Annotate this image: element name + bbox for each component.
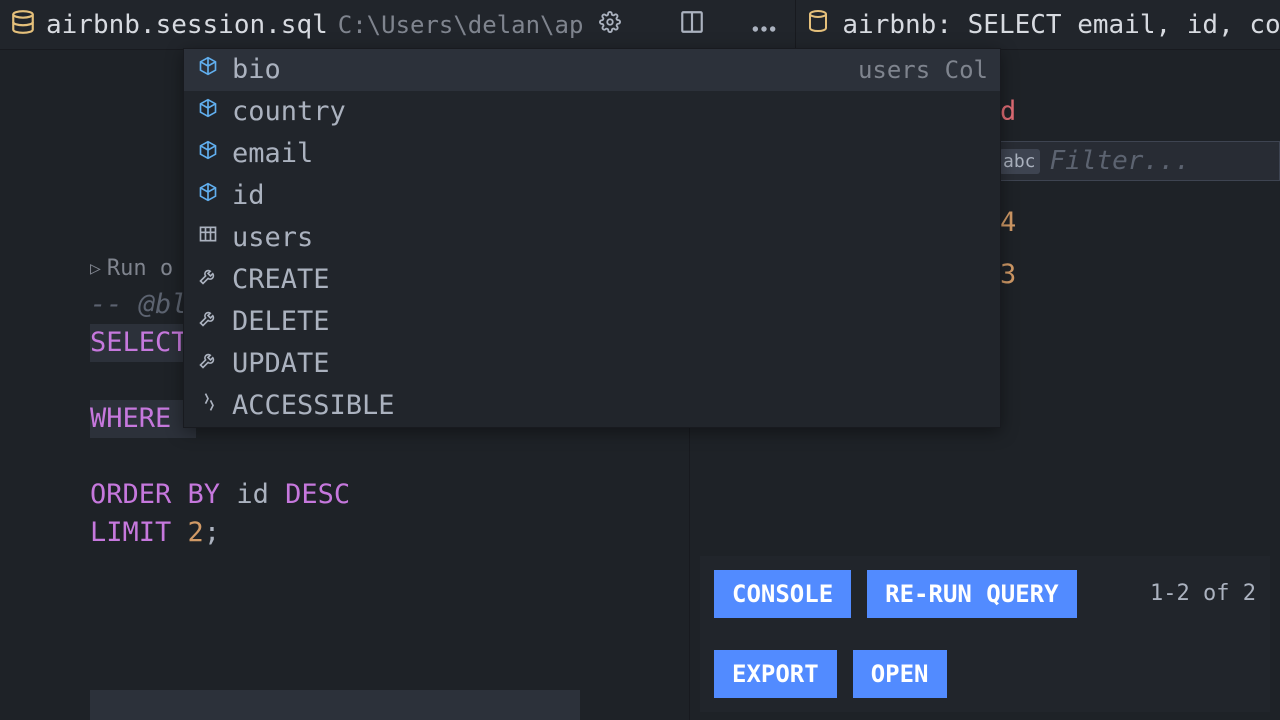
autocomplete-item-bio[interactable]: bio users Col [184,49,1000,91]
tab-filename: airbnb.session.sql [46,10,328,40]
table-icon [196,219,220,257]
code-line-blank2 [90,438,689,476]
autocomplete-label: DELETE [232,303,330,341]
autocomplete-label: UPDATE [232,345,330,383]
play-icon: ▷ [90,258,101,279]
field-icon [196,135,220,173]
code-line-select: SELECT [90,324,196,362]
console-button[interactable]: CONSOLE [714,570,851,618]
autocomplete-popup[interactable]: bio users Col country email id users CREATE DEL… [183,48,1001,428]
filter-input[interactable] [1050,146,1250,176]
result-cell[interactable]: 3 [1000,249,1280,301]
autocomplete-label: email [232,135,313,173]
open-button[interactable]: OPEN [853,650,947,698]
wrench-icon [196,303,220,341]
autocomplete-label: users [232,219,313,257]
autocomplete-item-id[interactable]: id [184,175,1000,217]
autocomplete-item-email[interactable]: email [184,133,1000,175]
export-button[interactable]: EXPORT [714,650,837,698]
tab-path: C:\Users\delan\ap [338,11,584,39]
rerun-button[interactable]: RE-RUN QUERY [867,570,1076,618]
code-line-limit: LIMIT 2; [90,514,689,552]
autocomplete-label: ACCESSIBLE [232,387,395,425]
autocomplete-item-country[interactable]: country [184,91,1000,133]
split-editor-icon[interactable] [671,9,713,41]
filter-row: abc [990,141,1280,181]
action-bar: CONSOLE RE-RUN QUERY 1-2 of 2 EXPORT OPE… [700,556,1270,712]
autocomplete-item-update[interactable]: UPDATE [184,343,1000,385]
wrench-icon [196,261,220,299]
field-icon [196,93,220,131]
results-tab[interactable]: airbnb: SELECT email, id, country FROM U… [795,0,1280,49]
autocomplete-item-delete[interactable]: DELETE [184,301,1000,343]
autocomplete-item-users[interactable]: users [184,217,1000,259]
more-icon[interactable] [743,11,785,39]
autocomplete-detail: users Col [858,51,988,89]
code-line-orderby: ORDER BY id DESC [90,476,689,514]
result-cell[interactable]: 4 [1000,197,1280,249]
autocomplete-label: CREATE [232,261,330,299]
title-bar: airbnb.session.sql C:\Users\delan\ap air… [0,0,1280,50]
cylinder-icon [806,7,830,42]
code-line-where: WHERE [90,400,196,438]
autocomplete-label: country [232,93,346,131]
field-icon [196,51,220,89]
autocomplete-label: bio [232,51,281,89]
editor-tab[interactable]: airbnb.session.sql C:\Users\delan\ap [0,0,795,49]
autocomplete-item-create[interactable]: CREATE [184,259,1000,301]
abc-type-icon: abc [999,149,1040,174]
wrench-icon [196,345,220,383]
database-icon [10,7,36,42]
gear-icon[interactable] [599,11,621,39]
connector-icon [196,387,220,425]
editor-status-strip [90,690,580,720]
codelens-label: Run o [107,256,173,281]
results-tab-title: airbnb: SELECT email, id, country FROM U… [842,10,1280,40]
pagination-info: 1-2 of 2 [1150,580,1256,609]
field-icon [196,177,220,215]
autocomplete-label: id [232,177,265,215]
autocomplete-item-accessible[interactable]: ACCESSIBLE [184,385,1000,427]
